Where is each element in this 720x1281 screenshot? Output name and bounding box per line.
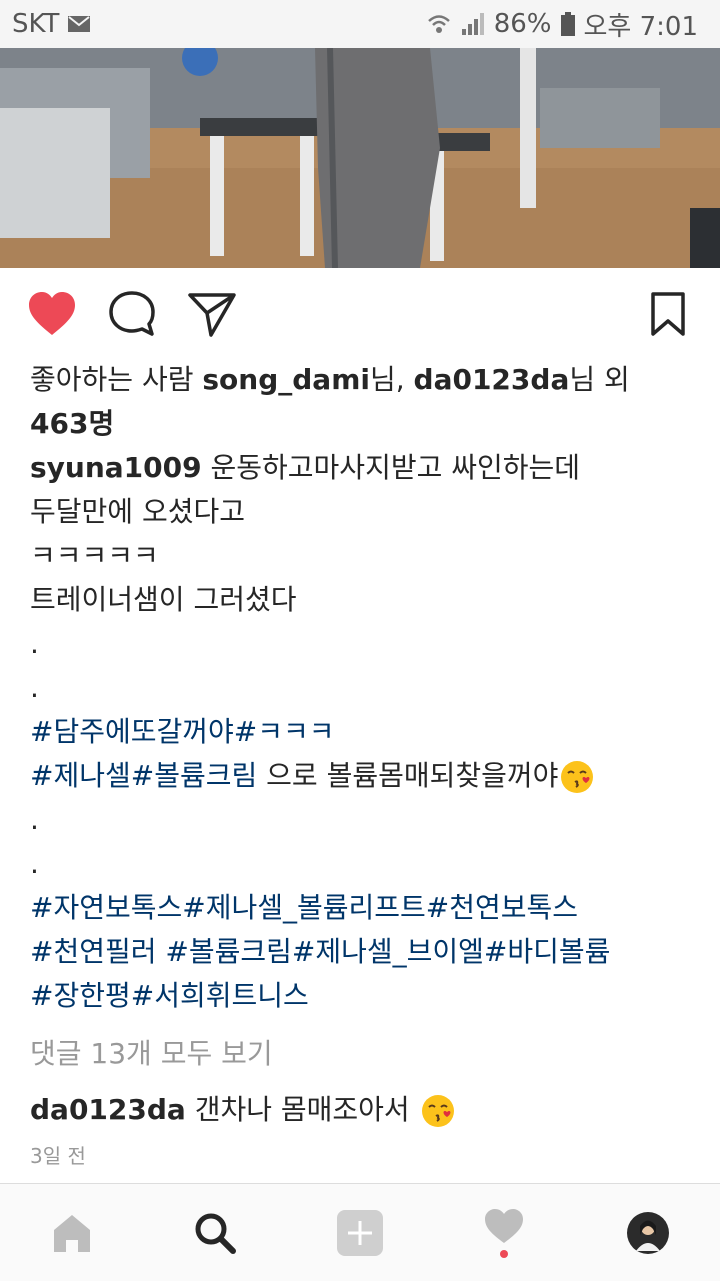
hashtags-line-5[interactable]: #장한평#서희휘트니스 — [30, 974, 700, 1018]
clock: 오후 7:01 — [583, 11, 699, 42]
caption-dot-1: . — [30, 627, 39, 660]
likes-prefix: 좋아하는 사람 — [30, 363, 203, 396]
likes-suffix-2: 님 외 — [569, 363, 630, 396]
hashtags-line-4[interactable]: #천연필러 #볼륨크림#제나셀_브이엘#바디볼륨 — [30, 930, 700, 974]
caption-dot-3: . — [30, 803, 39, 836]
caption-dot-2: . — [30, 671, 39, 704]
search-icon — [195, 1213, 236, 1254]
caption-line-3: ㅋㅋㅋㅋㅋ — [30, 539, 159, 572]
gym-photo-image — [0, 48, 720, 268]
wifi-icon — [427, 15, 450, 33]
kissing-face-emoji-icon — [421, 1095, 454, 1127]
like-button[interactable] — [26, 286, 78, 342]
status-bar: SKT 86% 오후 7:01 — [0, 0, 720, 48]
mail-icon — [68, 16, 91, 32]
view-all-comments-link[interactable]: 댓글 13개 모두 보기 — [30, 1032, 700, 1076]
comment-username[interactable]: da0123da — [30, 1093, 186, 1126]
battery-percent: 86% — [493, 9, 552, 39]
kissing-face-emoji-icon — [561, 761, 594, 793]
caption-text-1: 운동하고마사지받고 싸인하는데 — [201, 451, 581, 484]
add-post-icon — [337, 1209, 383, 1256]
nav-home[interactable] — [27, 1184, 117, 1281]
nav-activity[interactable] — [459, 1184, 549, 1281]
post-content: 좋아하는 사람 song_dami님, da0123da님 외 463명 syu… — [30, 358, 700, 1169]
avatar — [627, 1211, 669, 1254]
hashtags-line-2[interactable]: #제나셀#볼륨크림 — [30, 759, 257, 792]
hashtags-line-3[interactable]: #자연보톡스#제나셀_볼륨리프트#천연보톡스 — [30, 886, 700, 930]
caption-dot-4: . — [30, 847, 39, 880]
likes-count[interactable]: 463명 — [30, 402, 700, 446]
caption-line-4: 트레이너샘이 그러셨다 — [30, 583, 297, 616]
liker-username-1[interactable]: song_dami — [202, 363, 370, 396]
signal-icon — [461, 13, 484, 35]
heart-filled-icon — [29, 292, 75, 335]
liker-username-2[interactable]: da0123da — [414, 363, 570, 396]
carrier-label: SKT — [12, 9, 60, 39]
nav-add-post[interactable] — [315, 1184, 405, 1281]
paper-plane-icon — [188, 293, 236, 337]
heart-activity-icon — [485, 1208, 523, 1258]
comment-button[interactable] — [106, 286, 158, 342]
caption-line-2: 두달만에 오셨다고 — [30, 495, 245, 528]
nav-profile[interactable] — [603, 1184, 693, 1281]
nav-search[interactable] — [170, 1184, 260, 1281]
comment-item: da0123da 갠차나 몸매조아서 — [30, 1088, 700, 1132]
status-right: 86% 오후 7:01 — [426, 6, 698, 43]
caption-username[interactable]: syuna1009 — [30, 451, 202, 484]
hashtags-line-1[interactable]: #담주에또갈꺼야#ㅋㅋㅋ — [30, 710, 700, 754]
post-timestamp: 3일 전 — [30, 1144, 86, 1168]
save-button[interactable] — [642, 286, 694, 342]
caption-line-1: syuna1009 운동하고마사지받고 싸인하는데 — [30, 446, 700, 490]
caption-text-volume: 으로 볼륨몸매되찾을꺼야 — [257, 759, 559, 792]
likes-line: 좋아하는 사람 song_dami님, da0123da님 외 — [30, 358, 700, 402]
bottom-navigation — [0, 1183, 720, 1281]
status-left: SKT — [12, 9, 91, 39]
post-actions — [0, 286, 720, 342]
bookmark-icon — [651, 292, 685, 336]
comment-bubble-icon — [109, 291, 155, 336]
battery-icon — [560, 12, 575, 36]
caption-line-hashtag-text: #제나셀#볼륨크림 으로 볼륨몸매되찾을꺼야 — [30, 754, 700, 798]
comment-text: 갠차나 몸매조아서 — [185, 1093, 419, 1126]
post-photo[interactable] — [0, 48, 720, 268]
share-button[interactable] — [186, 286, 238, 342]
home-icon — [54, 1214, 90, 1252]
likes-suffix-1: 님, — [369, 363, 414, 396]
